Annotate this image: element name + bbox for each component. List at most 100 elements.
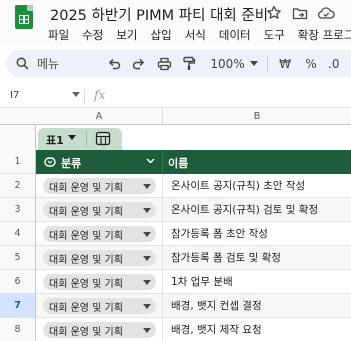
category-cell[interactable]: 대회 운영 및 기획 <box>36 270 163 294</box>
category-cell[interactable]: 대회 운영 및 기획 <box>36 246 163 270</box>
table-name-row: 표1 <box>0 125 351 150</box>
category-cell[interactable]: 대회 운영 및 기획 <box>36 294 163 318</box>
currency-label: ₩ <box>279 56 291 71</box>
row-number[interactable]: 5 <box>0 246 36 270</box>
chevron-down-icon <box>143 328 151 333</box>
row-number[interactable]: 8 <box>0 318 36 341</box>
name-cell[interactable]: 배경, 뱃지 제작 요청 <box>163 318 351 341</box>
row-gutter <box>0 125 36 150</box>
table-view-icon[interactable] <box>95 131 111 146</box>
print-button[interactable] <box>154 50 174 77</box>
chevron-down-icon <box>249 61 258 66</box>
menu-data[interactable]: 데이터 <box>219 27 251 43</box>
column-headers: A B <box>0 108 351 125</box>
title-bar: 2025 하반기 PIMM 파티 대회 준비 파일 수정 보기 삽입 서식 데이… <box>0 0 351 46</box>
category-value: 대회 운영 및 기획 <box>49 279 123 290</box>
chip-divider <box>86 131 87 147</box>
zoom-select[interactable]: 100% <box>207 50 261 77</box>
category-value: 대회 운영 및 기획 <box>49 231 123 242</box>
paint-format-button[interactable] <box>179 50 199 77</box>
name-box[interactable]: I7 <box>10 90 19 101</box>
category-chip[interactable]: 대회 운영 및 기획 <box>43 322 156 338</box>
toolbar-divider <box>267 57 268 71</box>
row-number[interactable]: 6 <box>0 270 36 294</box>
name-cell[interactable]: 온사이트 공지(규칙) 검토 및 확정 <box>163 198 351 222</box>
menu-insert[interactable]: 삽입 <box>151 27 172 43</box>
menu-view[interactable]: 보기 <box>116 27 137 43</box>
undo-icon <box>108 58 121 69</box>
cloud-status-icon[interactable] <box>317 4 335 22</box>
chevron-down-icon <box>143 208 151 213</box>
fx-icon: fx <box>94 88 106 102</box>
category-cell[interactable]: 대회 운영 및 기획 <box>36 198 163 222</box>
category-value: 대회 운영 및 기획 <box>49 183 123 194</box>
redo-button[interactable] <box>129 50 149 77</box>
sheets-logo-icon[interactable] <box>15 5 33 29</box>
category-chip[interactable]: 대회 운영 및 기획 <box>43 274 156 290</box>
row-number-selected[interactable]: 7 <box>0 294 36 318</box>
category-chip[interactable]: 대회 운영 및 기획 <box>43 178 156 194</box>
category-chip[interactable]: 대회 운영 및 기획 <box>43 250 156 266</box>
category-value: 대회 운영 및 기획 <box>49 303 123 314</box>
menu-edit[interactable]: 수정 <box>82 27 103 43</box>
name-cell[interactable]: 참가등록 폼 초안 작성 <box>163 222 351 246</box>
search-icon <box>16 57 29 70</box>
document-title[interactable]: 2025 하반기 PIMM 파티 대회 준비 <box>50 4 268 25</box>
column-header-a[interactable]: A <box>36 108 163 125</box>
chevron-down-icon <box>143 304 151 309</box>
name-cell[interactable]: 1차 업무 분배 <box>163 270 351 294</box>
percent-format-button[interactable]: % <box>303 50 319 77</box>
column-header-b[interactable]: B <box>163 108 351 125</box>
row-number[interactable]: 2 <box>0 174 36 198</box>
toolbar: 메뉴 100% ₩ % .0 <box>6 50 351 77</box>
category-chip[interactable]: 대회 운영 및 기획 <box>43 298 156 314</box>
row-number[interactable]: 4 <box>0 222 36 246</box>
dropdown-column-icon <box>44 157 56 167</box>
table-header-row: 분류 이름 <box>36 150 351 174</box>
menu-file[interactable]: 파일 <box>48 27 69 43</box>
menu-tools[interactable]: 도구 <box>264 27 285 43</box>
category-value: 대회 운영 및 기획 <box>49 327 123 338</box>
zoom-value: 100% <box>210 56 245 71</box>
paint-format-icon <box>183 56 196 70</box>
category-value: 대회 운영 및 기획 <box>49 255 123 266</box>
category-chip[interactable]: 대회 운영 및 기획 <box>43 226 156 242</box>
decrease-decimal-button[interactable]: .0 <box>328 50 348 77</box>
category-cell[interactable]: 대회 운영 및 기획 <box>36 174 163 198</box>
search-label: 메뉴 <box>37 57 60 71</box>
decimal-label: .0 <box>328 56 340 71</box>
percent-label: % <box>305 56 317 71</box>
chevron-down-icon[interactable] <box>68 135 76 140</box>
formula-bar: I7 fx <box>0 86 351 108</box>
name-cell[interactable]: 참가등록 폼 검토 및 확정 <box>163 246 351 270</box>
undo-button[interactable] <box>104 50 124 77</box>
print-icon <box>157 57 171 70</box>
chevron-down-icon[interactable] <box>72 92 80 97</box>
name-cell[interactable]: 배경, 뱃지 컨셉 결정 <box>163 294 351 318</box>
category-chip[interactable]: 대회 운영 및 기획 <box>43 202 156 218</box>
currency-format-button[interactable]: ₩ <box>277 50 293 77</box>
move-to-folder-icon[interactable] <box>291 4 309 22</box>
star-icon[interactable] <box>265 4 283 22</box>
chevron-down-icon <box>143 232 151 237</box>
redo-icon <box>132 58 145 69</box>
formula-divider <box>84 89 85 104</box>
header-category[interactable]: 분류 <box>61 155 81 171</box>
category-cell[interactable]: 대회 운영 및 기획 <box>36 222 163 246</box>
chevron-down-icon <box>143 184 151 189</box>
table-name[interactable]: 표1 <box>46 132 64 148</box>
chevron-down-icon[interactable] <box>146 158 155 164</box>
row-number[interactable]: 3 <box>0 198 36 222</box>
menu-bar: 파일 수정 보기 삽입 서식 데이터 도구 확장 프로그램 <box>48 27 351 43</box>
header-divider <box>162 150 163 174</box>
chevron-down-icon <box>143 256 151 261</box>
row-number[interactable]: 1 <box>0 150 36 174</box>
menu-extensions[interactable]: 확장 프로그램 <box>298 27 351 43</box>
menu-format[interactable]: 서식 <box>185 27 206 43</box>
chevron-down-icon <box>143 280 151 285</box>
table-name-chip[interactable]: 표1 <box>38 128 122 150</box>
menu-search[interactable]: 메뉴 <box>16 50 86 77</box>
name-cell[interactable]: 온사이트 공지(규칙) 초안 작성 <box>163 174 351 198</box>
category-cell[interactable]: 대회 운영 및 기획 <box>36 318 163 341</box>
header-name[interactable]: 이름 <box>168 155 188 171</box>
